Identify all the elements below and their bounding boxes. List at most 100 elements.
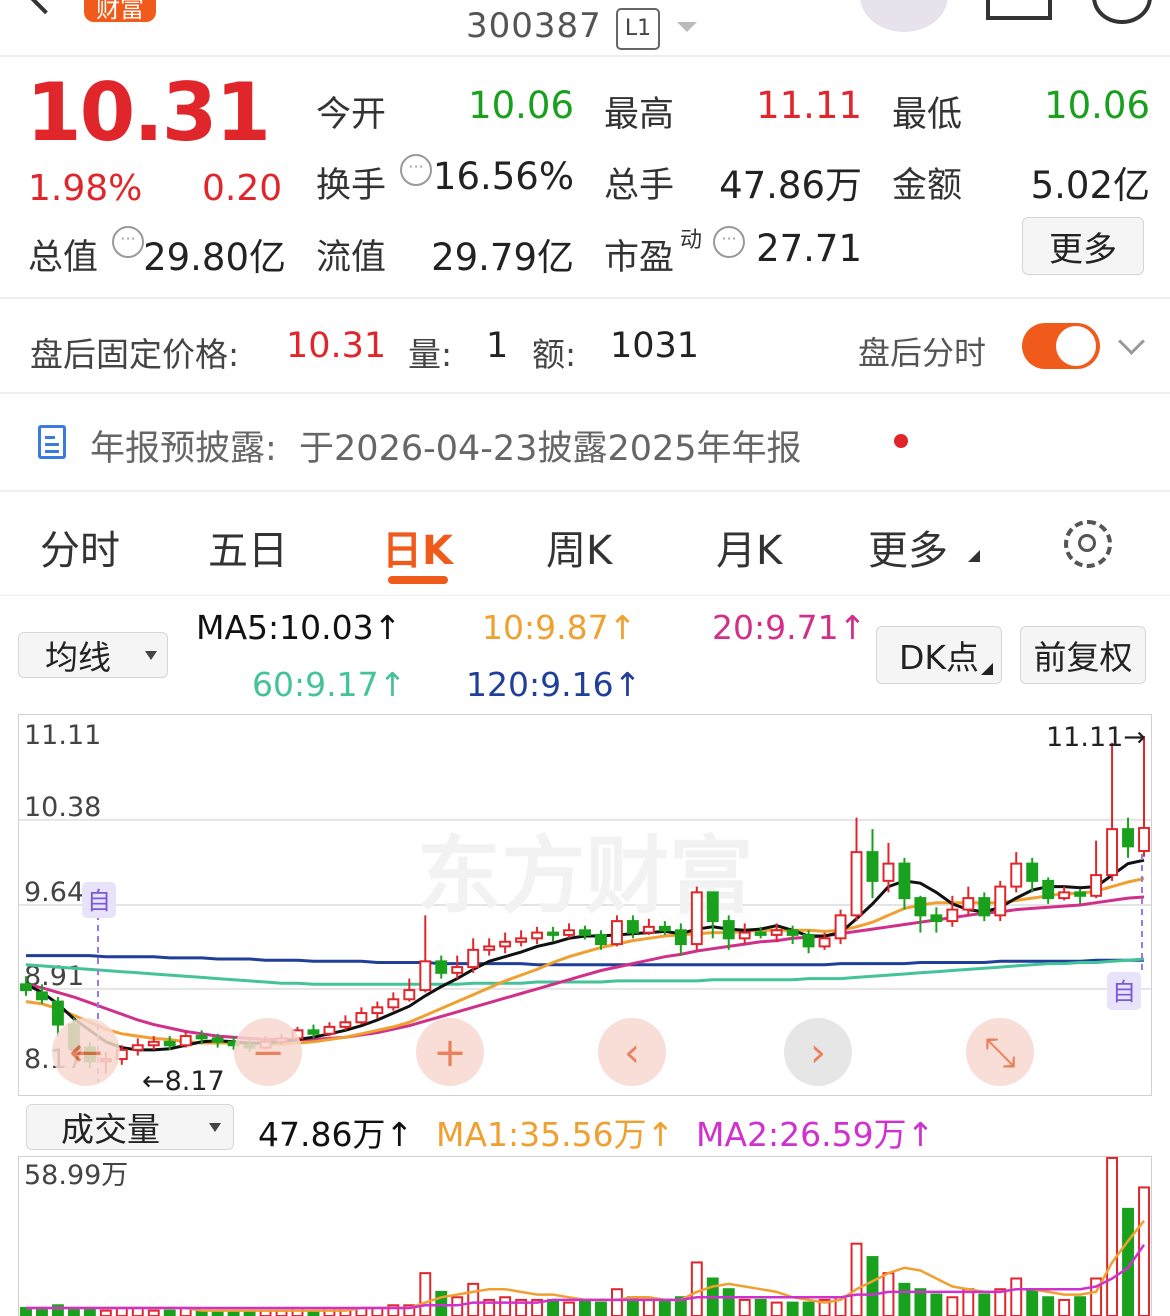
candle-body: [515, 937, 528, 943]
candle-body: [642, 925, 655, 934]
y-tick-label: 9.64: [24, 877, 84, 908]
volume-bar: [786, 1301, 799, 1316]
candle-body: [195, 1035, 208, 1040]
fullscreen-icon[interactable]: ⤡: [966, 1018, 1034, 1086]
high-value: 11.11: [756, 84, 862, 127]
tab-monthly-k[interactable]: 月K: [716, 518, 782, 576]
candle-body: [914, 897, 927, 917]
dk-point-button[interactable]: DK点: [876, 626, 1002, 684]
search-icon[interactable]: [1092, 0, 1152, 24]
more-button[interactable]: 更多: [1022, 217, 1144, 275]
tab-five-day[interactable]: 五日: [208, 518, 288, 576]
afterhours-qty: 1: [486, 326, 509, 366]
candle: [834, 909, 847, 945]
volume-bar: [882, 1272, 895, 1316]
back-arrow-icon[interactable]: [23, 0, 67, 15]
dropdown-caret-icon[interactable]: [677, 22, 697, 32]
zoom-out-icon[interactable]: −: [234, 1018, 302, 1086]
candle-body: [770, 929, 783, 936]
previous-icon[interactable]: ‹: [598, 1018, 666, 1086]
volume-bar: [595, 1301, 607, 1316]
change-percent: 1.98%: [28, 168, 143, 209]
top-bar: 财富 300387 L1: [0, 0, 1170, 56]
candle-body: [323, 1025, 336, 1035]
candle-body: [499, 940, 512, 948]
tab-active-indicator: [388, 576, 448, 584]
corner-caret-icon: [968, 550, 980, 562]
candle-body: [451, 966, 464, 974]
volume-bar: [914, 1288, 927, 1316]
info-icon[interactable]: ···: [400, 154, 432, 186]
ma-select-label: 均线: [45, 638, 111, 677]
y-tick-label: 58.99万: [24, 1160, 128, 1191]
candle: [690, 886, 703, 950]
candle-body: [754, 931, 767, 936]
mktcap-label: 总值: [28, 238, 99, 278]
y-tick-label: 11.11: [24, 720, 101, 751]
pan-left-icon[interactable]: ←: [52, 1018, 120, 1086]
volume-ma1: MA1:35.56万↑: [436, 1115, 675, 1154]
tab-more[interactable]: 更多: [868, 518, 948, 576]
candle-body: [211, 1037, 224, 1043]
kline-chart[interactable]: 11.1110.389.648.918.17东方财富11.11→←8.17自自←…: [18, 714, 1152, 1096]
candle-body: [403, 989, 416, 1001]
avatar[interactable]: [860, 0, 948, 32]
low-marker-label: ←8.17: [142, 1066, 225, 1096]
candle-body: [962, 897, 975, 911]
candle-body: [36, 991, 48, 1001]
volume-bar: [499, 1296, 512, 1316]
ma-select[interactable]: 均线: [18, 632, 168, 678]
gear-icon[interactable]: [1064, 520, 1112, 568]
volume-bar: [962, 1288, 975, 1316]
volume-bar: [802, 1301, 815, 1316]
candle-body: [307, 1029, 320, 1035]
candle-body: [658, 925, 671, 932]
candle-body: [1026, 862, 1039, 882]
candle-body: [531, 931, 544, 940]
notice-text[interactable]: 年报预披露: 于2026-04-23披露2025年年报: [90, 420, 802, 471]
candle-body: [1122, 828, 1134, 848]
candle-body: [563, 929, 575, 936]
volume-bar: [722, 1288, 735, 1316]
afterhours-toggle[interactable]: [1022, 323, 1100, 369]
ma60-value: 60:9.17↑: [252, 665, 407, 704]
volume-bar: [642, 1298, 655, 1316]
info-icon[interactable]: ···: [112, 226, 144, 258]
volume-value: 47.86万: [719, 164, 862, 207]
volume-bar: [1106, 1156, 1119, 1316]
candle-body: [163, 1040, 176, 1047]
candle-body: [579, 929, 591, 936]
forward-adjust-button[interactable]: 前复权: [1020, 626, 1146, 684]
zoom-in-icon[interactable]: +: [416, 1018, 484, 1086]
candle-body: [818, 937, 831, 948]
chevron-down-icon[interactable]: [1118, 328, 1145, 355]
volume-bar: [610, 1288, 623, 1316]
volume-bar: [467, 1282, 480, 1316]
info-icon[interactable]: ···: [713, 226, 745, 258]
candle-body: [387, 998, 400, 1009]
window-icon[interactable]: [986, 0, 1052, 20]
current-price: 10.31: [26, 66, 271, 159]
volume-select[interactable]: 成交量: [26, 1104, 234, 1150]
nav-button-glyph: −: [251, 1030, 285, 1076]
candle-body: [978, 897, 991, 917]
afterhours-label: 盘后固定价格:: [30, 335, 240, 374]
volume-value: 47.86万↑: [258, 1115, 414, 1154]
candle-body: [371, 1006, 384, 1015]
ma120-value: 120:9.16↑: [466, 665, 642, 704]
candle-body: [866, 851, 879, 882]
candle-body: [1090, 874, 1103, 897]
corner-caret-icon: [981, 663, 993, 675]
volume-chart[interactable]: 58.99万: [18, 1156, 1152, 1316]
volume-bar: [978, 1293, 991, 1316]
tab-intraday[interactable]: 分时: [40, 518, 120, 576]
auto-marker-label: 自: [1112, 978, 1136, 1006]
tab-weekly-k[interactable]: 周K: [546, 518, 612, 576]
tab-daily-k[interactable]: 日K: [382, 518, 453, 576]
high-marker-label: 11.11→: [1046, 722, 1146, 753]
dropdown-triangle-icon: [209, 1123, 221, 1132]
volume-ma2: MA2:26.59万↑: [696, 1115, 935, 1154]
next-icon[interactable]: ›: [784, 1018, 852, 1086]
brand-badge: 财富: [84, 0, 156, 23]
stock-code[interactable]: 300387: [466, 6, 602, 46]
